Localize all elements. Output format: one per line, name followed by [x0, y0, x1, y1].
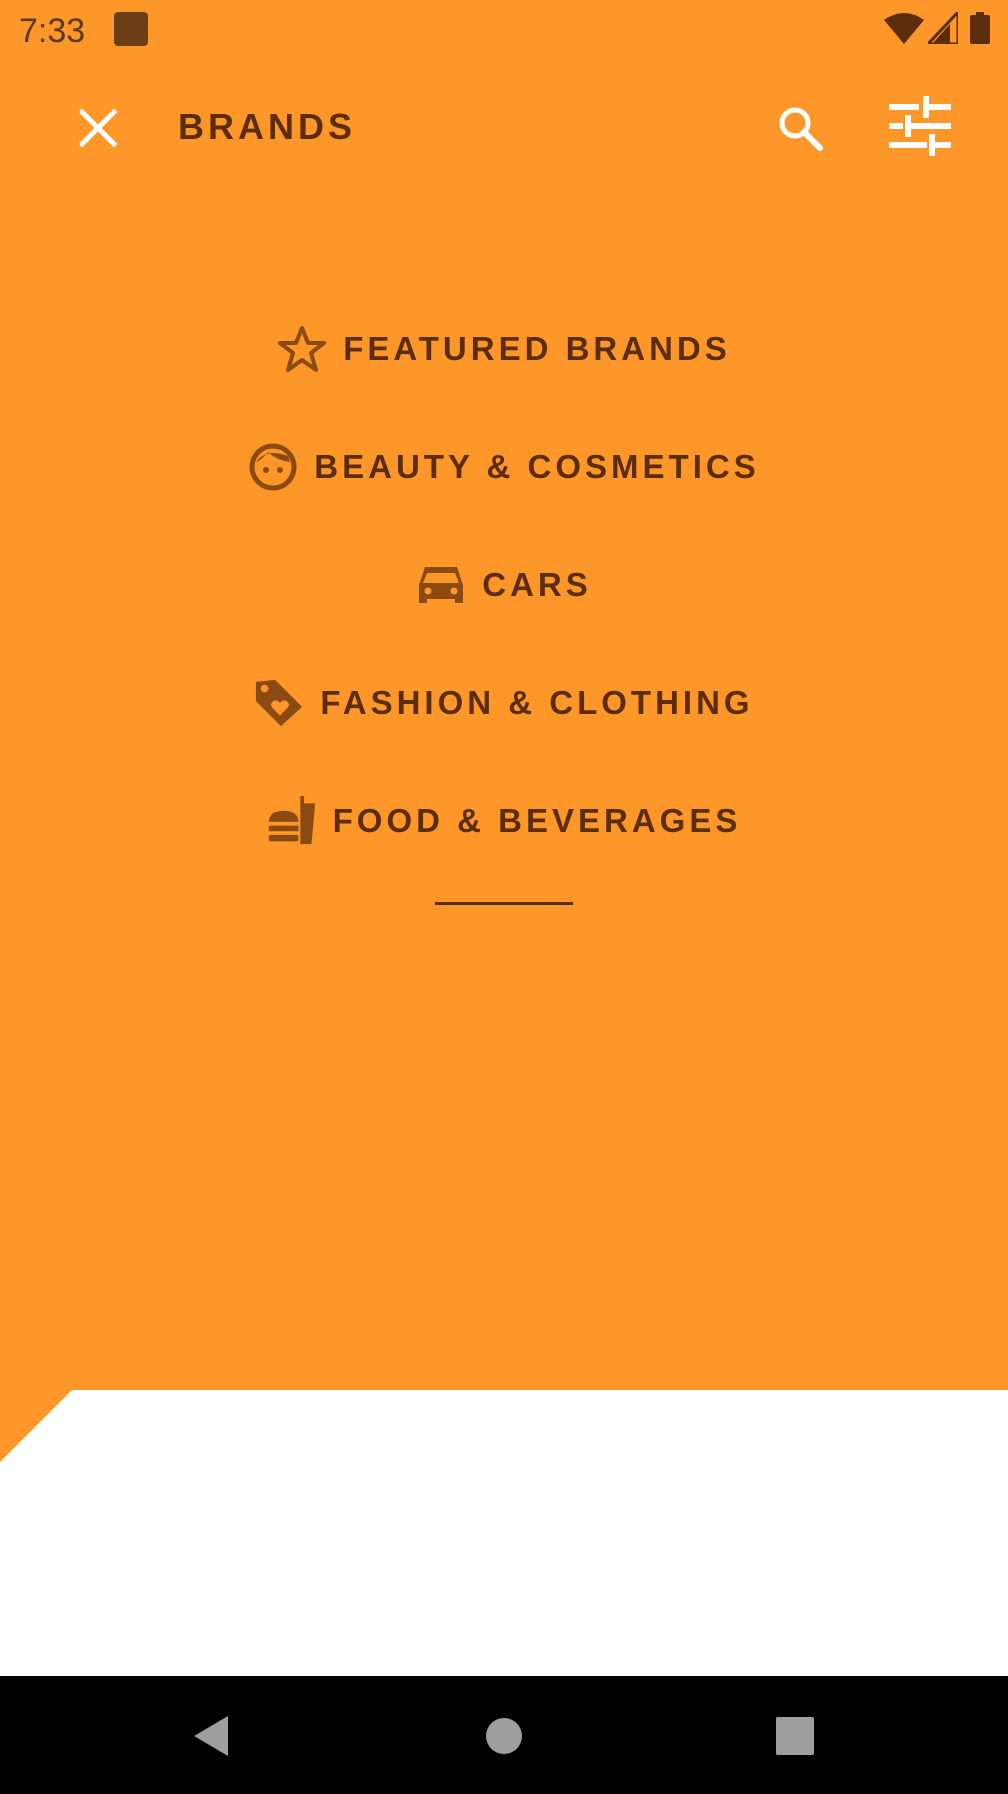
menu-item-food-beverages[interactable]: FOOD & BEVERAGES: [0, 762, 1008, 880]
menu-item-label: FASHION & CLOTHING: [320, 684, 754, 721]
battery-icon: [970, 12, 990, 44]
search-icon: [779, 107, 823, 151]
home-icon: [486, 1718, 522, 1754]
face-icon: [249, 443, 297, 491]
search-button[interactable]: [758, 86, 842, 170]
menu-item-label: BEAUTY & COSMETICS: [314, 448, 760, 485]
cell-signal-icon: [928, 12, 958, 44]
back-button[interactable]: [176, 1700, 248, 1772]
status-icons: [884, 12, 994, 48]
tag-heart-icon: [256, 679, 303, 727]
status-time: 7:33: [19, 12, 86, 50]
page-title: BRANDS: [178, 106, 357, 147]
toolbar: BRANDS: [0, 70, 1008, 185]
close-icon: [78, 108, 118, 148]
back-icon: [194, 1716, 228, 1756]
menu-item-label: FOOD & BEVERAGES: [332, 802, 742, 839]
filter-button[interactable]: [878, 84, 962, 168]
menu-item-featured-brands[interactable]: FEATURED BRANDS: [0, 290, 1008, 408]
menu-item-label: CARS: [482, 566, 592, 603]
menu-item-fashion-clothing[interactable]: FASHION & CLOTHING: [0, 644, 1008, 762]
app-notification-icon: [114, 12, 148, 46]
front-content-sheet[interactable]: [0, 1390, 1008, 1676]
recents-button[interactable]: [759, 1700, 831, 1772]
divider: [435, 902, 573, 905]
star-icon: [278, 326, 327, 372]
navigation-bar: [0, 1676, 1008, 1794]
tune-icon: [889, 96, 951, 156]
wifi-icon: [884, 13, 924, 44]
menu-item-beauty-cosmetics[interactable]: BEAUTY & COSMETICS: [0, 408, 1008, 526]
fastfood-icon: [268, 796, 315, 845]
brand-category-menu: FEATURED BRANDS BEAUTY & COSMETICS CARS: [0, 290, 1008, 880]
home-button[interactable]: [468, 1700, 540, 1772]
menu-item-label: FEATURED BRANDS: [343, 330, 731, 367]
menu-item-cars[interactable]: CARS: [0, 526, 1008, 644]
status-bar: 7:33: [0, 0, 1008, 60]
recents-icon: [776, 1717, 814, 1755]
close-button[interactable]: [56, 86, 140, 170]
car-icon: [419, 567, 464, 603]
